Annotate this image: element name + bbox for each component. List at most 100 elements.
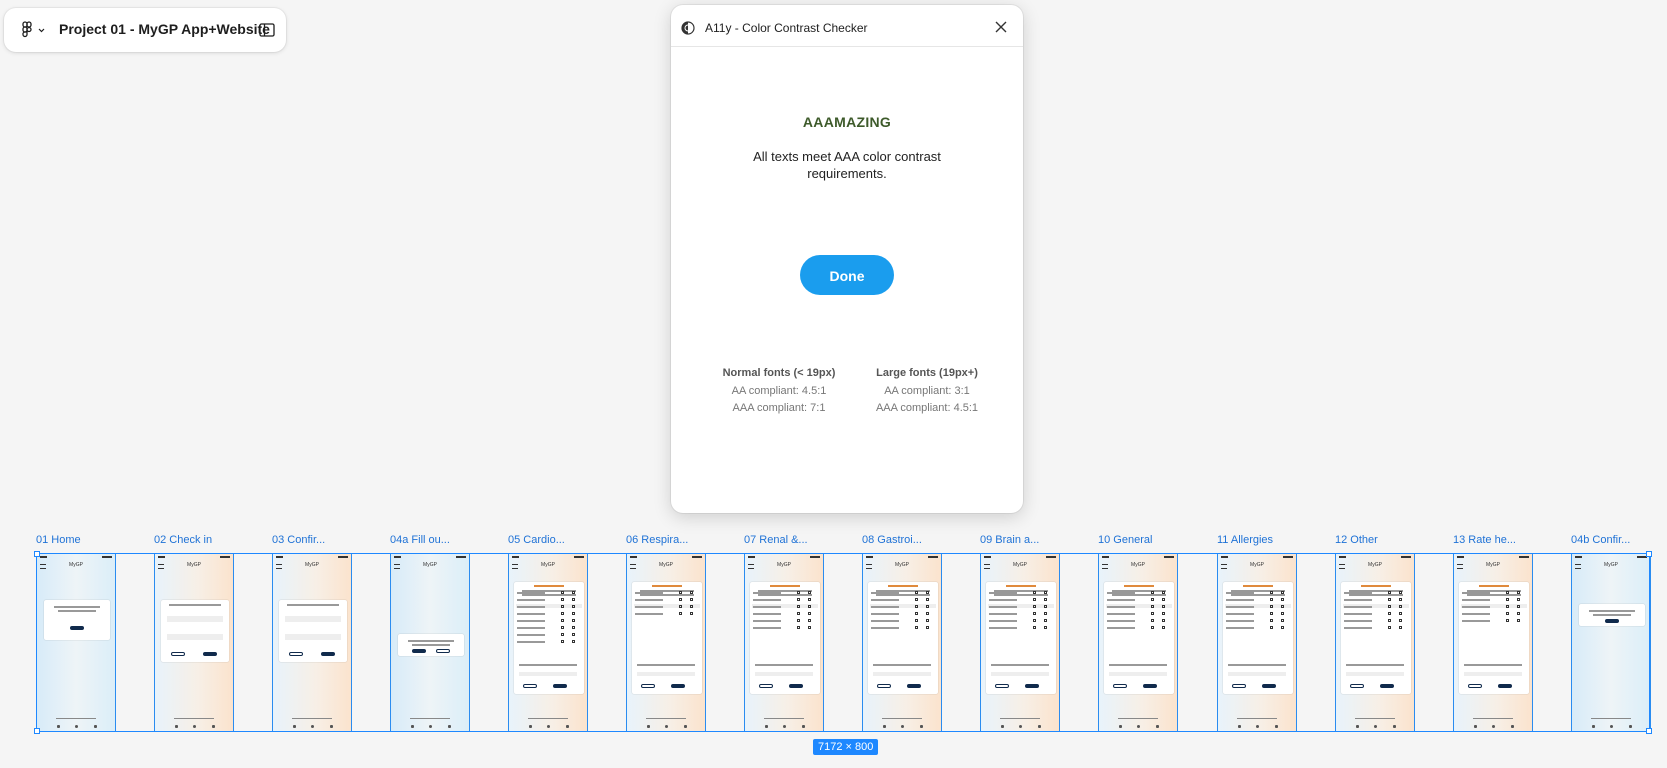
- android-nav: [745, 724, 823, 729]
- android-nav: [391, 724, 469, 729]
- result-description: All texts meet AAA color contrast requir…: [753, 149, 941, 181]
- android-nav: [37, 724, 115, 729]
- android-nav: [1454, 724, 1532, 729]
- result-title: AAAMAZING: [802, 114, 892, 130]
- frame-thumbnail[interactable]: MyGP: [154, 553, 234, 732]
- frame-card: [398, 634, 464, 656]
- frame-card: [161, 600, 229, 662]
- frame-label[interactable]: 07 Renal &...: [744, 534, 808, 546]
- chevron-down-icon: [38, 28, 45, 33]
- contrast-checker-dialog: A11y - Color Contrast Checker AAAMAZING …: [671, 5, 1023, 513]
- frame-brand: MyGP: [541, 562, 555, 568]
- frame-footer: [627, 717, 705, 719]
- android-nav: [863, 724, 941, 729]
- frame-thumbnail[interactable]: MyGP: [1335, 553, 1415, 732]
- frame-label[interactable]: 05 Cardio...: [508, 534, 565, 546]
- app-bar: MyGP: [1336, 562, 1414, 572]
- frame-thumbnail[interactable]: MyGP: [36, 553, 116, 732]
- large-fonts-info: Large fonts (19px+) AA compliant: 3:1 AA…: [857, 367, 997, 417]
- frame-thumbnail[interactable]: MyGP: [1453, 553, 1533, 732]
- contrast-icon: [681, 21, 695, 35]
- android-nav: [155, 724, 233, 729]
- sidebar-toggle-icon[interactable]: [259, 23, 275, 37]
- frame-thumbnail[interactable]: MyGP: [272, 553, 352, 732]
- frame-brand: MyGP: [423, 562, 437, 568]
- frame-label[interactable]: 04a Fill ou...: [390, 534, 450, 546]
- normal-aaa-ratio: AAA compliant: 7:1: [732, 402, 826, 414]
- frame-footer: [1218, 717, 1296, 719]
- frame-label[interactable]: 13 Rate he...: [1453, 534, 1516, 546]
- frame-label[interactable]: 12 Other: [1335, 534, 1378, 546]
- android-nav: [1336, 724, 1414, 729]
- app-bar: MyGP: [863, 562, 941, 572]
- frame-label[interactable]: 08 Gastroi...: [862, 534, 922, 546]
- frame-footer: [1099, 717, 1177, 719]
- frame-thumbnail[interactable]: MyGP: [508, 553, 588, 732]
- frame-label[interactable]: 01 Home: [36, 534, 81, 546]
- frame-label[interactable]: 11 Allergies: [1217, 534, 1273, 546]
- project-title[interactable]: Project 01 - MyGP App+Website: [59, 21, 270, 37]
- frame-footer: [37, 717, 115, 719]
- project-bar: Project 01 - MyGP App+Website: [4, 8, 286, 52]
- frame-thumbnail[interactable]: MyGP: [626, 553, 706, 732]
- close-icon[interactable]: [994, 20, 1008, 34]
- app-bar: MyGP: [391, 562, 469, 572]
- large-aa-ratio: AA compliant: 3:1: [884, 385, 970, 397]
- normal-fonts-heading: Normal fonts (< 19px): [722, 367, 836, 379]
- normal-fonts-info: Normal fonts (< 19px) AA compliant: 4.5:…: [709, 367, 849, 417]
- frame-brand: MyGP: [1368, 562, 1382, 568]
- android-nav: [981, 724, 1059, 729]
- figma-logo-icon[interactable]: [20, 21, 48, 39]
- app-bar: MyGP: [981, 562, 1059, 572]
- dialog-title: A11y - Color Contrast Checker: [705, 21, 868, 35]
- android-nav: [509, 724, 587, 729]
- frame-thumbnail[interactable]: MyGP: [980, 553, 1060, 732]
- large-fonts-heading: Large fonts (19px+): [876, 367, 978, 379]
- frame-footer: [863, 717, 941, 719]
- frame-card: [44, 600, 110, 640]
- frame-label[interactable]: 10 General: [1098, 534, 1152, 546]
- frame-brand: MyGP: [1131, 562, 1145, 568]
- frame-footer: [509, 717, 587, 719]
- frame-brand: MyGP: [1013, 562, 1027, 568]
- frame-brand: MyGP: [895, 562, 909, 568]
- android-nav: [1572, 724, 1650, 729]
- frame-thumbnail[interactable]: MyGP: [1098, 553, 1178, 732]
- frame-label[interactable]: 02 Check in: [154, 534, 212, 546]
- frame-thumbnail[interactable]: MyGP: [862, 553, 942, 732]
- frame-label[interactable]: 03 Confir...: [272, 534, 325, 546]
- frame-footer: [273, 717, 351, 719]
- frame-thumbnail[interactable]: MyGP: [1571, 553, 1651, 732]
- android-nav: [627, 724, 705, 729]
- frame-brand: MyGP: [305, 562, 319, 568]
- frame-brand: MyGP: [1486, 562, 1500, 568]
- frame-label[interactable]: 06 Respira...: [626, 534, 688, 546]
- android-nav: [273, 724, 351, 729]
- frame-footer: [1454, 717, 1532, 719]
- frame-footer: [155, 717, 233, 719]
- frame-label[interactable]: 09 Brain a...: [980, 534, 1039, 546]
- selection-size-badge: 7172 × 800: [813, 739, 879, 755]
- frame-footer: [745, 717, 823, 719]
- app-bar: MyGP: [1572, 562, 1650, 572]
- app-bar: MyGP: [1454, 562, 1532, 572]
- done-button[interactable]: Done: [800, 255, 894, 295]
- frame-label[interactable]: 04b Confir...: [1571, 534, 1630, 546]
- frame-brand: MyGP: [659, 562, 673, 568]
- frame-brand: MyGP: [1604, 562, 1618, 568]
- frame-thumbnail[interactable]: MyGP: [1217, 553, 1297, 732]
- android-nav: [1218, 724, 1296, 729]
- frame-footer: [1572, 717, 1650, 719]
- app-bar: MyGP: [273, 562, 351, 572]
- app-bar: MyGP: [509, 562, 587, 572]
- frame-brand: MyGP: [1250, 562, 1264, 568]
- frame-card: [279, 600, 347, 662]
- frame-card: [1579, 604, 1645, 626]
- app-bar: MyGP: [1099, 562, 1177, 572]
- large-aaa-ratio: AAA compliant: 4.5:1: [875, 402, 979, 414]
- frame-brand: MyGP: [187, 562, 201, 568]
- frame-thumbnail[interactable]: MyGP: [390, 553, 470, 732]
- app-bar: MyGP: [1218, 562, 1296, 572]
- app-bar: MyGP: [37, 562, 115, 572]
- frame-thumbnail[interactable]: MyGP: [744, 553, 824, 732]
